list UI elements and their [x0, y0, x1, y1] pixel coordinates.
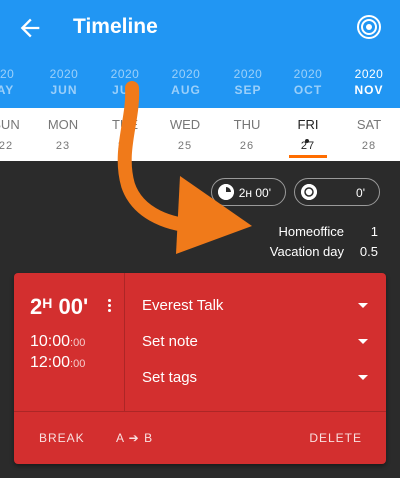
entry-duration: 2H 00' [30, 294, 89, 319]
note-select[interactable]: Set note [142, 333, 370, 357]
day-tab-fri[interactable]: FRI 27 [278, 117, 338, 152]
homeoffice-label: Homeoffice [278, 224, 344, 239]
entry-end-time[interactable]: 12:00:00 [30, 354, 85, 372]
month-tab-oct[interactable]: 2020 OCT [273, 67, 343, 97]
coffee-icon [301, 184, 317, 200]
dropdown-caret-icon [358, 375, 368, 380]
day-tab-tue[interactable]: TUE 24 [95, 117, 155, 152]
month-tab-jul[interactable]: 2020 JUL [90, 67, 160, 97]
day-tab-sun[interactable]: SUN22 [0, 117, 36, 152]
work-time-chip[interactable]: 2ʜ 00' [211, 178, 286, 206]
tags-select[interactable]: Set tags [142, 369, 370, 393]
break-button[interactable]: BREAK [39, 431, 85, 445]
day-tab-wed[interactable]: WED 25 [155, 117, 215, 152]
back-arrow-icon[interactable] [16, 14, 44, 42]
homeoffice-value: 1 [370, 224, 378, 239]
vacation-day-label: Vacation day [269, 244, 344, 259]
entry-start-time[interactable]: 10:00:00 [30, 333, 85, 351]
card-horizontal-divider [14, 411, 386, 412]
break-time-chip[interactable]: 0' [294, 178, 380, 206]
day-tab-thu[interactable]: THU 26 [217, 117, 277, 152]
page-title: Timeline [73, 15, 158, 38]
target-icon[interactable] [356, 14, 382, 40]
a-to-b-button[interactable]: A ➔ B [116, 431, 153, 445]
delete-button[interactable]: DELETE [309, 431, 362, 445]
month-tab-nov[interactable]: 2020 NOV [334, 67, 400, 97]
dropdown-caret-icon [358, 339, 368, 344]
card-vertical-divider [124, 273, 125, 411]
month-tabs: 2020MAY 2020JUN 2020JUL 2020AUG 2020SEP … [0, 58, 400, 108]
dropdown-caret-icon [358, 303, 368, 308]
day-tab-sat[interactable]: SAT 28 [339, 117, 399, 152]
month-tab-aug[interactable]: 2020 AUG [151, 67, 221, 97]
day-tab-mon[interactable]: MON 23 [33, 117, 93, 152]
day-tabs: SUN22 MON23 TUE24 WED25 THU26 FRI27 SAT2… [0, 108, 400, 161]
vacation-day-value: 0.5 [359, 244, 378, 259]
break-time-value: 0' [356, 186, 365, 200]
app-bar: Timeline [0, 0, 400, 58]
project-select[interactable]: Everest Talk [142, 297, 370, 321]
entry-indicator-dot [305, 139, 309, 143]
time-entry-card[interactable]: 2H 00' 10:00:00 12:00:00 Everest Talk Se… [14, 273, 386, 464]
selected-day-indicator [289, 155, 327, 158]
more-vert-icon[interactable] [104, 297, 114, 315]
month-tab-jun[interactable]: 2020 JUN [29, 67, 99, 97]
pie-chart-icon [218, 184, 234, 200]
work-time-value: 2ʜ 00' [238, 186, 271, 200]
